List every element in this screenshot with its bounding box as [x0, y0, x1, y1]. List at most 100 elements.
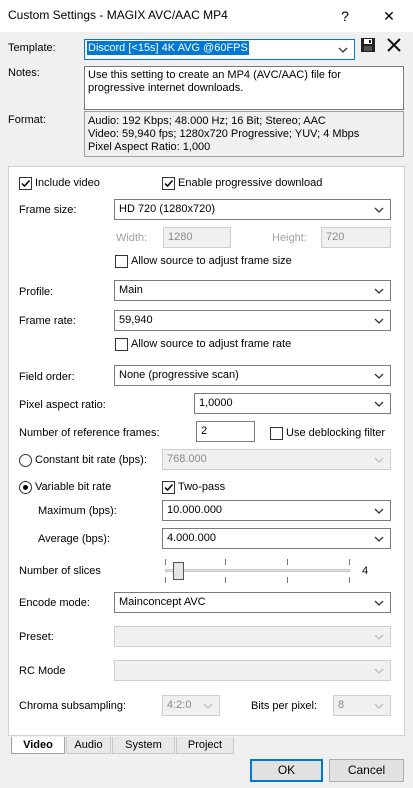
- enable-progressive-label: Enable progressive download: [178, 177, 323, 189]
- chevron-down-icon: [372, 367, 386, 385]
- encode-mode-label: Encode mode:: [19, 597, 90, 609]
- chevron-down-icon: [372, 201, 386, 219]
- format-summary: Audio: 192 Kbps; 48.000 Hz; 16 Bit; Ster…: [84, 111, 404, 157]
- save-icon[interactable]: [360, 37, 376, 53]
- height-input[interactable]: 720: [321, 227, 391, 248]
- chevron-down-icon: [372, 282, 386, 300]
- profile-select[interactable]: Main: [114, 280, 391, 301]
- frame-size-value: HD 720 (1280x720): [119, 203, 216, 215]
- chevron-down-icon: [372, 628, 386, 646]
- frame-rate-select[interactable]: 59,940: [114, 310, 391, 331]
- chevron-down-icon: [336, 41, 350, 59]
- field-order-label: Field order:: [19, 371, 75, 383]
- preset-select[interactable]: [114, 626, 391, 647]
- allow-frame-rate-label: Allow source to adjust frame rate: [131, 338, 292, 350]
- two-pass-checkbox[interactable]: [162, 481, 175, 494]
- allow-frame-rate-checkbox[interactable]: [115, 338, 128, 351]
- notes-line: Use this setting to create an MP4 (AVC/A…: [88, 69, 341, 81]
- profile-label: Profile:: [19, 286, 54, 298]
- ref-frames-label: Number of reference frames:: [19, 427, 160, 439]
- avg-label: Average (bps):: [38, 533, 110, 545]
- width-label: Width:: [116, 232, 148, 244]
- encode-mode-value: Mainconcept AVC: [119, 596, 206, 608]
- bpp-select[interactable]: 8: [333, 695, 391, 716]
- preset-label: Preset:: [19, 631, 54, 643]
- chevron-down-icon: [372, 502, 386, 520]
- par-select[interactable]: 1,0000: [194, 393, 391, 414]
- par-label: Pixel aspect ratio:: [19, 399, 106, 411]
- chevron-down-icon: [372, 594, 386, 612]
- slider-tick: [165, 577, 166, 583]
- deblocking-checkbox[interactable]: [270, 427, 283, 440]
- slider-tick: [349, 559, 350, 565]
- frame-rate-label: Frame rate:: [19, 315, 76, 327]
- slices-value: 4: [362, 565, 369, 577]
- ok-button[interactable]: OK: [250, 759, 323, 782]
- slider-tick: [287, 559, 288, 565]
- avg-bitrate-select[interactable]: 4.000.000: [162, 528, 391, 549]
- avg-value: 4.000.000: [167, 532, 216, 544]
- cbr-select[interactable]: 768.000: [162, 449, 391, 470]
- slices-label: Number of slices: [19, 565, 101, 577]
- chevron-down-icon: [372, 451, 386, 469]
- rc-mode-label: RC Mode: [19, 665, 66, 677]
- delete-icon[interactable]: [386, 37, 402, 53]
- template-select[interactable]: Discord [<15s] 4K AVG @60FPS: [84, 39, 355, 60]
- close-button[interactable]: ✕: [374, 4, 404, 28]
- profile-value: Main: [119, 284, 143, 296]
- slider-tick: [349, 577, 350, 583]
- chevron-down-icon: [372, 697, 386, 715]
- include-video-label: Include video: [35, 177, 100, 189]
- cbr-radio[interactable]: [19, 454, 32, 467]
- slider-tick: [165, 559, 166, 565]
- tab-project[interactable]: Project: [176, 737, 234, 754]
- chroma-select[interactable]: 4:2:0: [162, 695, 220, 716]
- chevron-down-icon: [372, 395, 386, 413]
- notes-line: progressive internet downloads.: [88, 82, 244, 94]
- chroma-value: 4:2:0: [167, 699, 192, 711]
- vbr-label: Variable bit rate: [35, 481, 112, 493]
- template-value: Discord [<15s] 4K AVG @60FPS: [87, 41, 249, 55]
- help-button[interactable]: ?: [330, 4, 360, 28]
- frame-size-select[interactable]: HD 720 (1280x720): [114, 199, 391, 220]
- slider-tick: [225, 559, 226, 565]
- slices-slider[interactable]: [165, 559, 350, 583]
- slider-thumb[interactable]: [173, 562, 184, 580]
- width-input[interactable]: 1280: [163, 227, 231, 248]
- rc-mode-select[interactable]: [114, 660, 391, 681]
- slider-tick: [287, 577, 288, 583]
- tab-system[interactable]: System: [112, 737, 175, 754]
- enable-progressive-checkbox[interactable]: [162, 177, 175, 190]
- format-line: Pixel Aspect Ratio: 1,000: [88, 141, 211, 153]
- frame-size-label: Frame size:: [19, 204, 77, 216]
- bpp-label: Bits per pixel:: [251, 700, 318, 712]
- field-order-select[interactable]: None (progressive scan): [114, 365, 391, 386]
- field-order-value: None (progressive scan): [119, 369, 239, 381]
- format-label: Format:: [8, 114, 46, 126]
- template-label: Template:: [8, 42, 56, 54]
- encode-mode-select[interactable]: Mainconcept AVC: [114, 592, 391, 613]
- allow-frame-size-label: Allow source to adjust frame size: [131, 255, 292, 267]
- window-title: Custom Settings - MAGIX AVC/AAC MP4: [8, 8, 228, 22]
- notes-textarea[interactable]: Use this setting to create an MP4 (AVC/A…: [84, 66, 404, 110]
- chevron-down-icon: [372, 530, 386, 548]
- chevron-down-icon: [372, 662, 386, 680]
- tab-audio[interactable]: Audio: [66, 737, 111, 754]
- allow-frame-size-checkbox[interactable]: [115, 255, 128, 268]
- ref-frames-input[interactable]: 2: [196, 421, 255, 442]
- bpp-value: 8: [338, 699, 345, 711]
- deblocking-label: Use deblocking filter: [286, 427, 386, 439]
- format-line: Audio: 192 Kbps; 48.000 Hz; 16 Bit; Ster…: [88, 115, 326, 127]
- vbr-radio[interactable]: [19, 481, 32, 494]
- chevron-down-icon: [372, 312, 386, 330]
- chevron-down-icon: [201, 697, 215, 715]
- chroma-label: Chroma subsampling:: [19, 700, 126, 712]
- max-value: 10.000.000: [167, 504, 223, 516]
- height-label: Height:: [272, 232, 307, 244]
- include-video-checkbox[interactable]: [19, 177, 32, 190]
- max-bitrate-select[interactable]: 10.000.000: [162, 500, 391, 521]
- format-line: Video: 59,940 fps; 1280x720 Progressive;…: [88, 128, 360, 140]
- cancel-button[interactable]: Cancel: [329, 759, 404, 782]
- tab-video[interactable]: Video: [11, 737, 65, 754]
- two-pass-label: Two-pass: [178, 481, 226, 493]
